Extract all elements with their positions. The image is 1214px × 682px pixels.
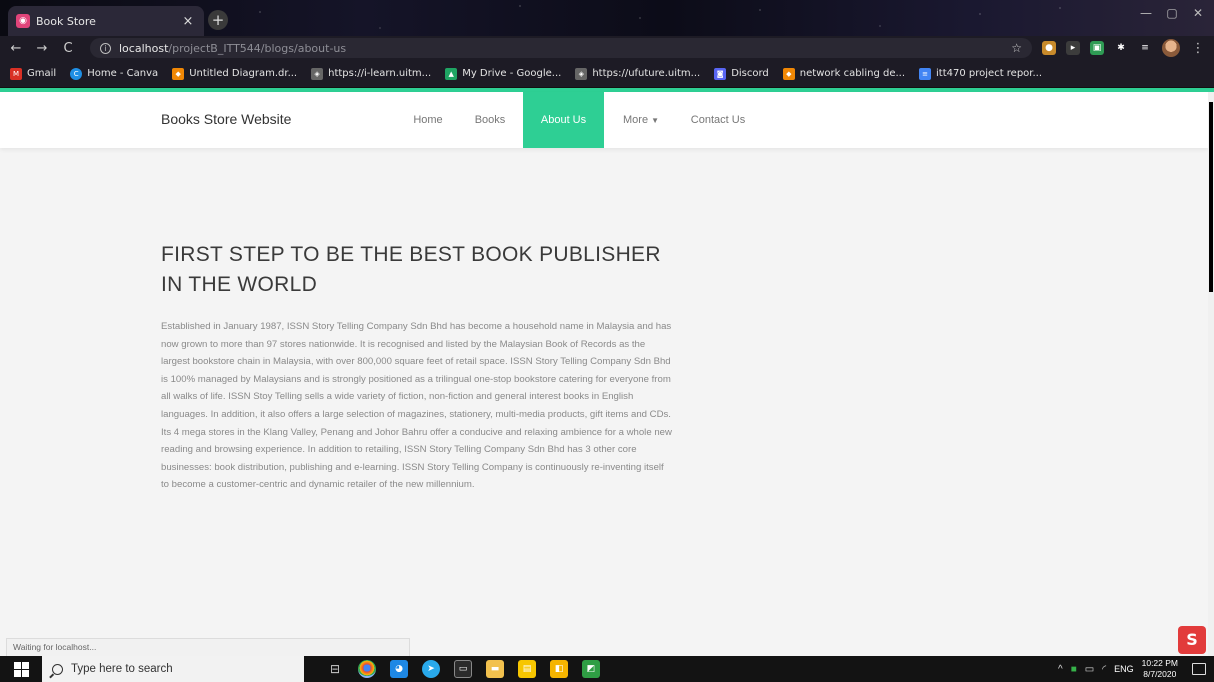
bookmark-label: network cabling de... [799,68,906,79]
bookmark-item[interactable]: ◆ network cabling de... [782,67,906,80]
bookmark-item[interactable]: M Gmail [10,67,57,80]
about-section: FIRST STEP TO BE THE BEST BOOK PUBLISHER… [161,240,673,494]
site-info-icon[interactable]: i [100,42,111,54]
clock-time: 10:22 PM [1141,658,1178,668]
forward-arrow-icon[interactable]: → [34,41,50,56]
bookmark-label: Home - Canva [87,68,159,79]
extension-icon[interactable]: ▣ [1090,41,1104,55]
windows-taskbar: Type here to search ⊟ ◕ ➤ ▭ ▬ ▤ ◧ ◩ ^ ■ … [0,656,1214,682]
taskbar-apps: ⊟ ◕ ➤ ▭ ▬ ▤ ◧ ◩ [326,660,600,678]
page-scrollbar-thumb[interactable] [1209,102,1213,292]
canva-icon: C [70,67,83,80]
discord-icon: ◙ [714,67,727,80]
browser-toolbar: ← → C i localhost/projectB_ITT544/blogs/… [0,36,1214,60]
uitm-icon: ◈ [575,67,588,80]
nav-contact-us[interactable]: Contact Us [680,92,756,148]
tab-title: Book Store [36,14,96,28]
url-path: /projectB_ITT544/blogs/about-us [168,41,347,55]
bookmark-item[interactable]: C Home - Canva [70,67,159,80]
address-bar[interactable]: i localhost/projectB_ITT544/blogs/about-… [90,38,1032,58]
drawio-icon: ◆ [172,67,185,80]
bookmark-item[interactable]: ◈ https://ufuture.uitm... [575,67,701,80]
chevron-up-icon[interactable]: ^ [1058,664,1063,675]
nav-more-dropdown[interactable]: More ▼ [606,92,676,148]
battery-icon[interactable]: ▭ [1085,664,1094,675]
language-indicator[interactable]: ENG [1114,664,1134,674]
tab-close-icon[interactable]: × [180,14,196,29]
extension-icon[interactable]: ▸ [1066,41,1080,55]
chrome-icon[interactable] [358,660,376,678]
clock-date: 8/7/2020 [1143,669,1177,679]
page-viewport: Books Store Website Home Books About Us … [0,88,1214,656]
bookmark-label: Untitled Diagram.dr... [189,68,298,79]
search-icon [52,663,63,675]
taskbar-search-box[interactable]: Type here to search [42,656,304,682]
telegram-icon[interactable]: ➤ [422,660,440,678]
bookmark-label: My Drive - Google... [462,68,562,79]
nav-about-us[interactable]: About Us [523,92,604,148]
minimize-icon[interactable]: — [1134,6,1158,20]
new-tab-button[interactable]: + [208,10,228,30]
app-icon[interactable]: ◕ [390,660,408,678]
file-explorer-icon[interactable]: ▬ [486,660,504,678]
nav-home[interactable]: Home [398,92,458,148]
maximize-icon[interactable]: ▢ [1160,6,1184,20]
about-paragraph: Established in January 1987, ISSN Story … [161,321,672,491]
browser-status-bubble: Waiting for localhost... [6,638,410,656]
back-arrow-icon[interactable]: ← [8,41,24,56]
sticky-notes-icon[interactable]: ▤ [518,660,536,678]
app-icon[interactable]: ◧ [550,660,568,678]
bookmark-item[interactable]: ◈ https://i-learn.uitm... [311,67,432,80]
nav-books[interactable]: Books [460,92,520,148]
browser-menu-icon[interactable]: ⋮ [1190,41,1206,56]
bookmark-item[interactable]: ◙ Discord [714,67,769,80]
bookmarks-bar: M Gmail C Home - Canva ◆ Untitled Diagram.d… [0,60,1214,88]
taskbar-clock[interactable]: 10:22 PM 8/7/2020 [1142,658,1178,680]
reading-list-icon[interactable]: ≡ [1138,41,1152,55]
bookmark-label: Gmail [27,68,57,79]
bookmark-item[interactable]: ≡ itt470 project repor... [919,67,1043,80]
site-brand[interactable]: Books Store Website [161,111,291,127]
notifications-icon[interactable] [1192,663,1206,675]
tab-favicon-icon: ◉ [16,14,30,28]
drive-icon: ▲ [445,67,458,80]
spreadsheet-icon[interactable]: ◩ [582,660,600,678]
bookmark-label: https://ufuture.uitm... [592,68,701,79]
uitm-icon: ◈ [311,67,324,80]
browser-tab-book-store[interactable]: ◉ Book Store × [8,6,204,36]
url-text: localhost/projectB_ITT544/blogs/about-us [119,42,346,55]
task-view-icon[interactable]: ⊟ [326,660,344,678]
extension-icon[interactable]: ● [1042,41,1056,55]
page-headline: FIRST STEP TO BE THE BEST BOOK PUBLISHER… [161,243,661,296]
bookmark-label: itt470 project repor... [936,68,1043,79]
bookmark-label: https://i-learn.uitm... [328,68,432,79]
reload-icon[interactable]: C [60,41,76,56]
browser-titlebar: ◉ Book Store × + — ▢ ✕ [0,0,1214,36]
floating-chat-icon[interactable]: S [1178,626,1206,654]
bookmark-item[interactable]: ▲ My Drive - Google... [445,67,562,80]
windows-logo-icon [13,661,29,677]
tray-app-icon[interactable]: ■ [1071,664,1077,675]
url-host: localhost [119,41,169,55]
gmail-icon: M [10,67,22,80]
caret-down-icon: ▼ [651,116,659,125]
start-button[interactable] [0,656,42,682]
terminal-icon[interactable]: ▭ [454,660,472,678]
drawio-icon: ◆ [782,67,795,80]
bookmark-star-icon[interactable]: ☆ [1011,41,1022,55]
profile-avatar-icon[interactable] [1162,39,1180,57]
network-icon[interactable]: ◜ [1102,664,1106,675]
window-close-icon[interactable]: ✕ [1186,6,1210,20]
docs-icon: ≡ [919,67,932,80]
bookmark-label: Discord [731,68,769,79]
search-placeholder: Type here to search [71,663,173,675]
site-navbar: Books Store Website Home Books About Us … [0,92,1208,148]
extensions-puzzle-icon[interactable]: ✱ [1114,41,1128,55]
bookmark-item[interactable]: ◆ Untitled Diagram.dr... [172,67,298,80]
system-tray: ^ ■ ▭ ◜ ENG 10:22 PM 8/7/2020 [1058,658,1214,680]
nav-more-label: More [623,114,649,126]
